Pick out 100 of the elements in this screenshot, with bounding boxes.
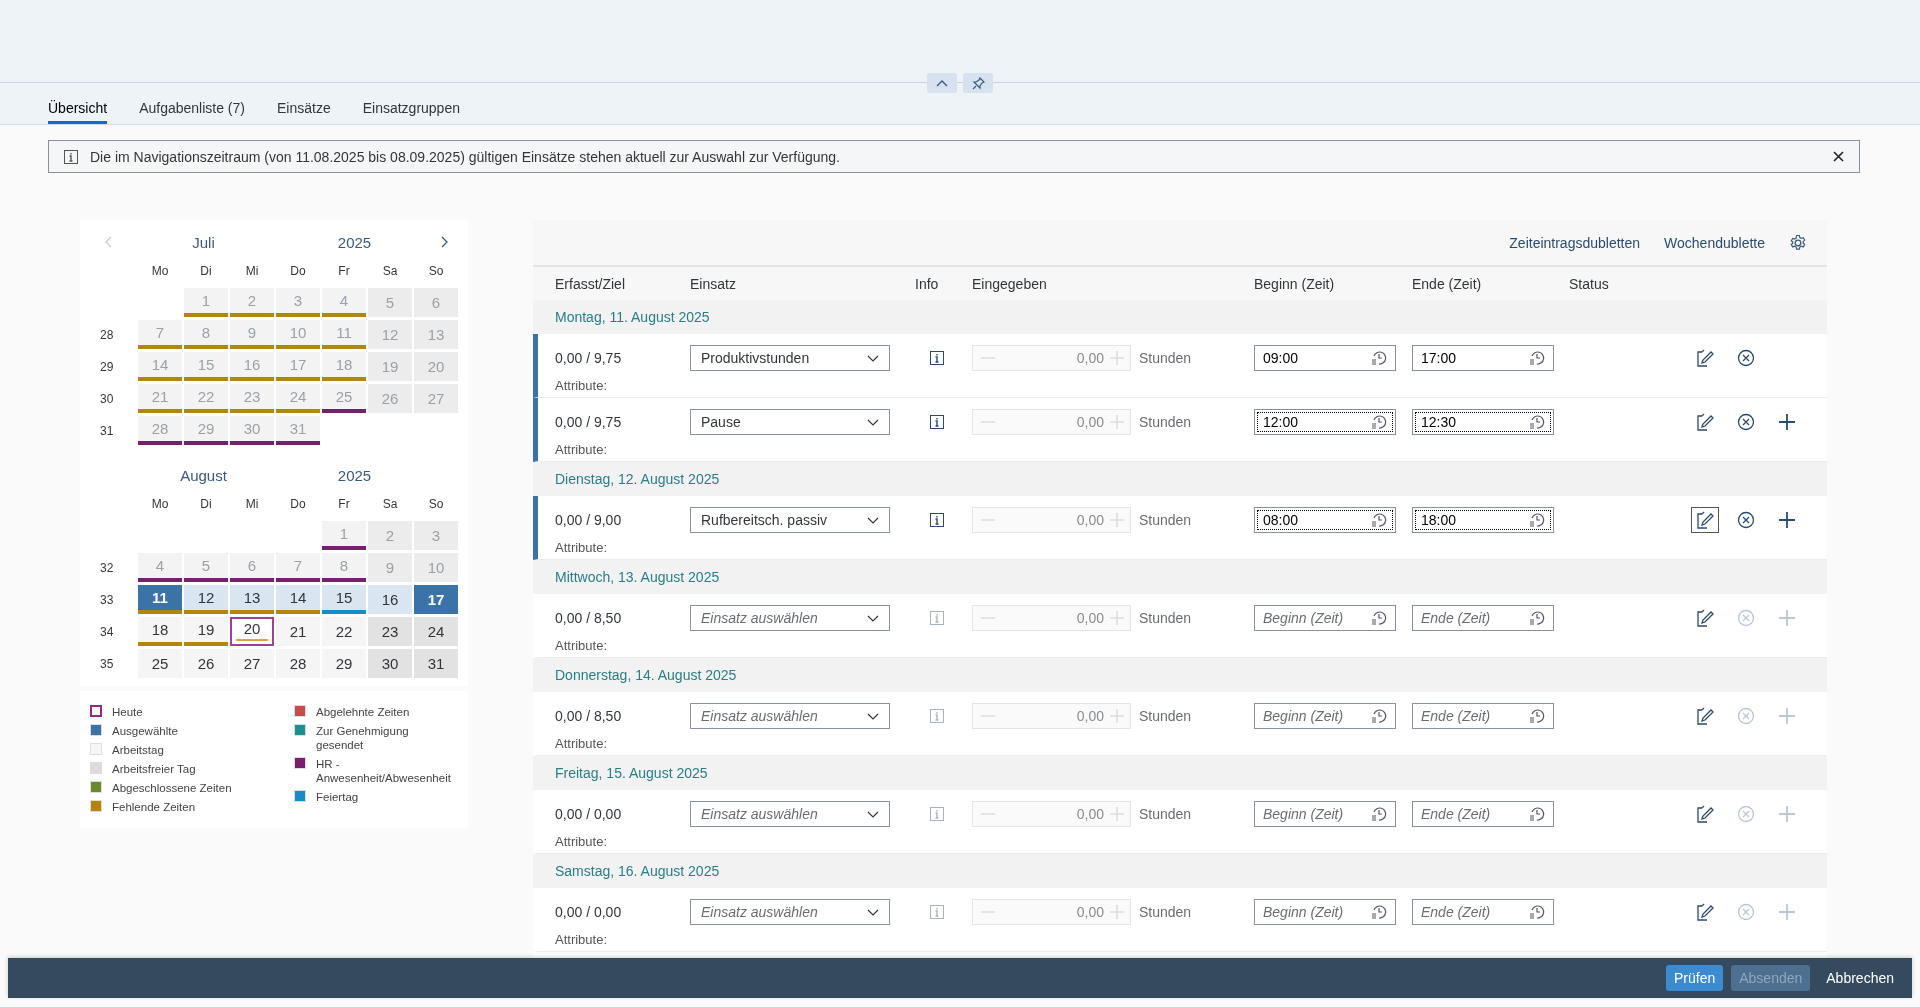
calendar-day[interactable]: 7 bbox=[138, 320, 182, 349]
calendar-day[interactable]: 22 bbox=[322, 617, 366, 646]
calendar-day[interactable]: 30 bbox=[368, 649, 412, 678]
calendar-day[interactable]: 13 bbox=[414, 320, 458, 349]
calendar-day[interactable]: 18 bbox=[322, 352, 366, 381]
calendar-day[interactable]: 30 bbox=[230, 416, 274, 445]
time-field[interactable]: Beginn (Zeit) bbox=[1254, 703, 1396, 729]
calendar-day[interactable]: 31 bbox=[414, 649, 458, 678]
calendar-day[interactable]: 25 bbox=[322, 384, 366, 413]
assignment-dropdown[interactable]: Einsatz auswählen bbox=[690, 899, 890, 925]
calendar-day[interactable]: 14 bbox=[138, 352, 182, 381]
time-field[interactable]: 08:00 bbox=[1254, 507, 1396, 533]
month-label[interactable]: Juli bbox=[128, 233, 279, 251]
calendar-day[interactable]: 1 bbox=[322, 521, 366, 550]
footer-button[interactable]: Prüfen bbox=[1665, 965, 1724, 991]
calendar-day[interactable]: 8 bbox=[184, 320, 228, 349]
calendar-day[interactable]: 10 bbox=[414, 553, 458, 582]
calendar-day[interactable]: 6 bbox=[230, 553, 274, 582]
calendar-day[interactable]: 17 bbox=[276, 352, 320, 381]
calendar-day[interactable]: 19 bbox=[184, 617, 228, 646]
calendar-day[interactable]: 12 bbox=[184, 585, 228, 614]
calendar-day[interactable]: 1 bbox=[184, 288, 228, 317]
calendar-day[interactable]: 14 bbox=[276, 585, 320, 614]
time-field[interactable]: Ende (Zeit) bbox=[1412, 605, 1554, 631]
next-icon[interactable] bbox=[441, 236, 449, 248]
calendar-day[interactable]: 18 bbox=[138, 617, 182, 646]
month-label[interactable]: August bbox=[128, 466, 279, 484]
calendar-day[interactable]: 15 bbox=[184, 352, 228, 381]
calendar-day[interactable]: 16 bbox=[368, 585, 412, 614]
time-field[interactable]: 18:00 bbox=[1412, 507, 1554, 533]
settings-icon[interactable] bbox=[1789, 233, 1807, 252]
quantity-field[interactable]: 0,00 bbox=[972, 605, 1131, 631]
calendar-day[interactable]: 28 bbox=[138, 416, 182, 445]
calendar-day[interactable]: 5 bbox=[184, 553, 228, 582]
calendar-day[interactable]: 20 bbox=[230, 617, 274, 646]
year-label[interactable]: 2025 bbox=[279, 233, 430, 251]
calendar-day[interactable]: 29 bbox=[184, 416, 228, 445]
assignment-dropdown[interactable]: Einsatz auswählen bbox=[690, 801, 890, 827]
calendar-day[interactable]: 15 bbox=[322, 585, 366, 614]
calendar-day[interactable]: 12 bbox=[368, 320, 412, 349]
close-icon[interactable] bbox=[1833, 151, 1844, 162]
time-field[interactable]: 12:30 bbox=[1412, 409, 1554, 435]
calendar-day[interactable]: 4 bbox=[322, 288, 366, 317]
calendar-day[interactable]: 29 bbox=[322, 649, 366, 678]
calendar-day[interactable]: 5 bbox=[368, 288, 412, 317]
calendar-day[interactable]: 21 bbox=[138, 384, 182, 413]
tab[interactable]: Einsätze bbox=[277, 83, 331, 124]
edit-button[interactable] bbox=[1691, 507, 1719, 533]
calendar-day[interactable]: 3 bbox=[276, 288, 320, 317]
quantity-field[interactable]: 0,00 bbox=[972, 801, 1131, 827]
calendar-day[interactable]: 21 bbox=[276, 617, 320, 646]
info-icon[interactable] bbox=[930, 513, 944, 527]
time-field[interactable]: Ende (Zeit) bbox=[1412, 703, 1554, 729]
time-field[interactable]: Beginn (Zeit) bbox=[1254, 801, 1396, 827]
assignment-dropdown[interactable]: Pause bbox=[690, 409, 890, 435]
calendar-day[interactable]: 20 bbox=[414, 352, 458, 381]
calendar-day[interactable]: 7 bbox=[276, 553, 320, 582]
calendar-day[interactable]: 31 bbox=[276, 416, 320, 445]
calendar-day[interactable]: 11 bbox=[138, 585, 182, 614]
tab[interactable]: Aufgabenliste (7) bbox=[139, 83, 245, 124]
assignment-dropdown[interactable]: Produktivstunden bbox=[690, 345, 890, 371]
tab[interactable]: Übersicht bbox=[48, 83, 108, 124]
time-field[interactable]: Beginn (Zeit) bbox=[1254, 899, 1396, 925]
calendar-day[interactable]: 16 bbox=[230, 352, 274, 381]
quantity-field[interactable]: 0,00 bbox=[972, 703, 1131, 729]
calendar-day[interactable]: 23 bbox=[368, 617, 412, 646]
time-field[interactable]: 17:00 bbox=[1412, 345, 1554, 371]
calendar-day[interactable]: 4 bbox=[138, 553, 182, 582]
time-field[interactable]: 12:00 bbox=[1254, 409, 1396, 435]
calendar-day[interactable]: 9 bbox=[368, 553, 412, 582]
time-field[interactable]: Ende (Zeit) bbox=[1412, 801, 1554, 827]
assignment-dropdown[interactable]: Einsatz auswählen bbox=[690, 605, 890, 631]
calendar-day[interactable]: 27 bbox=[414, 384, 458, 413]
pin-header-button[interactable] bbox=[963, 73, 993, 93]
calendar-day[interactable]: 28 bbox=[276, 649, 320, 678]
quantity-field[interactable]: 0,00 bbox=[972, 409, 1131, 435]
calendar-day[interactable]: 11 bbox=[322, 320, 366, 349]
calendar-day[interactable]: 17 bbox=[414, 585, 458, 614]
calendar-day[interactable]: 22 bbox=[184, 384, 228, 413]
calendar-day[interactable]: 26 bbox=[184, 649, 228, 678]
calendar-day[interactable]: 26 bbox=[368, 384, 412, 413]
time-field[interactable]: Beginn (Zeit) bbox=[1254, 605, 1396, 631]
calendar-day[interactable]: 27 bbox=[230, 649, 274, 678]
calendar-day[interactable]: 6 bbox=[414, 288, 458, 317]
info-icon[interactable] bbox=[930, 351, 944, 365]
calendar-day[interactable]: 23 bbox=[230, 384, 274, 413]
time-field[interactable]: Ende (Zeit) bbox=[1412, 899, 1554, 925]
tab[interactable]: Einsatzgruppen bbox=[362, 83, 460, 124]
calendar-day[interactable]: 9 bbox=[230, 320, 274, 349]
calendar-day[interactable]: 2 bbox=[368, 521, 412, 550]
quantity-field[interactable]: 0,00 bbox=[972, 507, 1131, 533]
calendar-day[interactable]: 8 bbox=[322, 553, 366, 582]
calendar-day[interactable]: 19 bbox=[368, 352, 412, 381]
info-icon[interactable] bbox=[930, 415, 944, 429]
calendar-day[interactable]: 13 bbox=[230, 585, 274, 614]
toolbar-link[interactable]: Zeiteintragsdubletten bbox=[1509, 234, 1641, 251]
quantity-field[interactable]: 0,00 bbox=[972, 899, 1131, 925]
calendar-day[interactable]: 25 bbox=[138, 649, 182, 678]
assignment-dropdown[interactable]: Rufbereitsch. passiv bbox=[690, 507, 890, 533]
calendar-day[interactable]: 3 bbox=[414, 521, 458, 550]
